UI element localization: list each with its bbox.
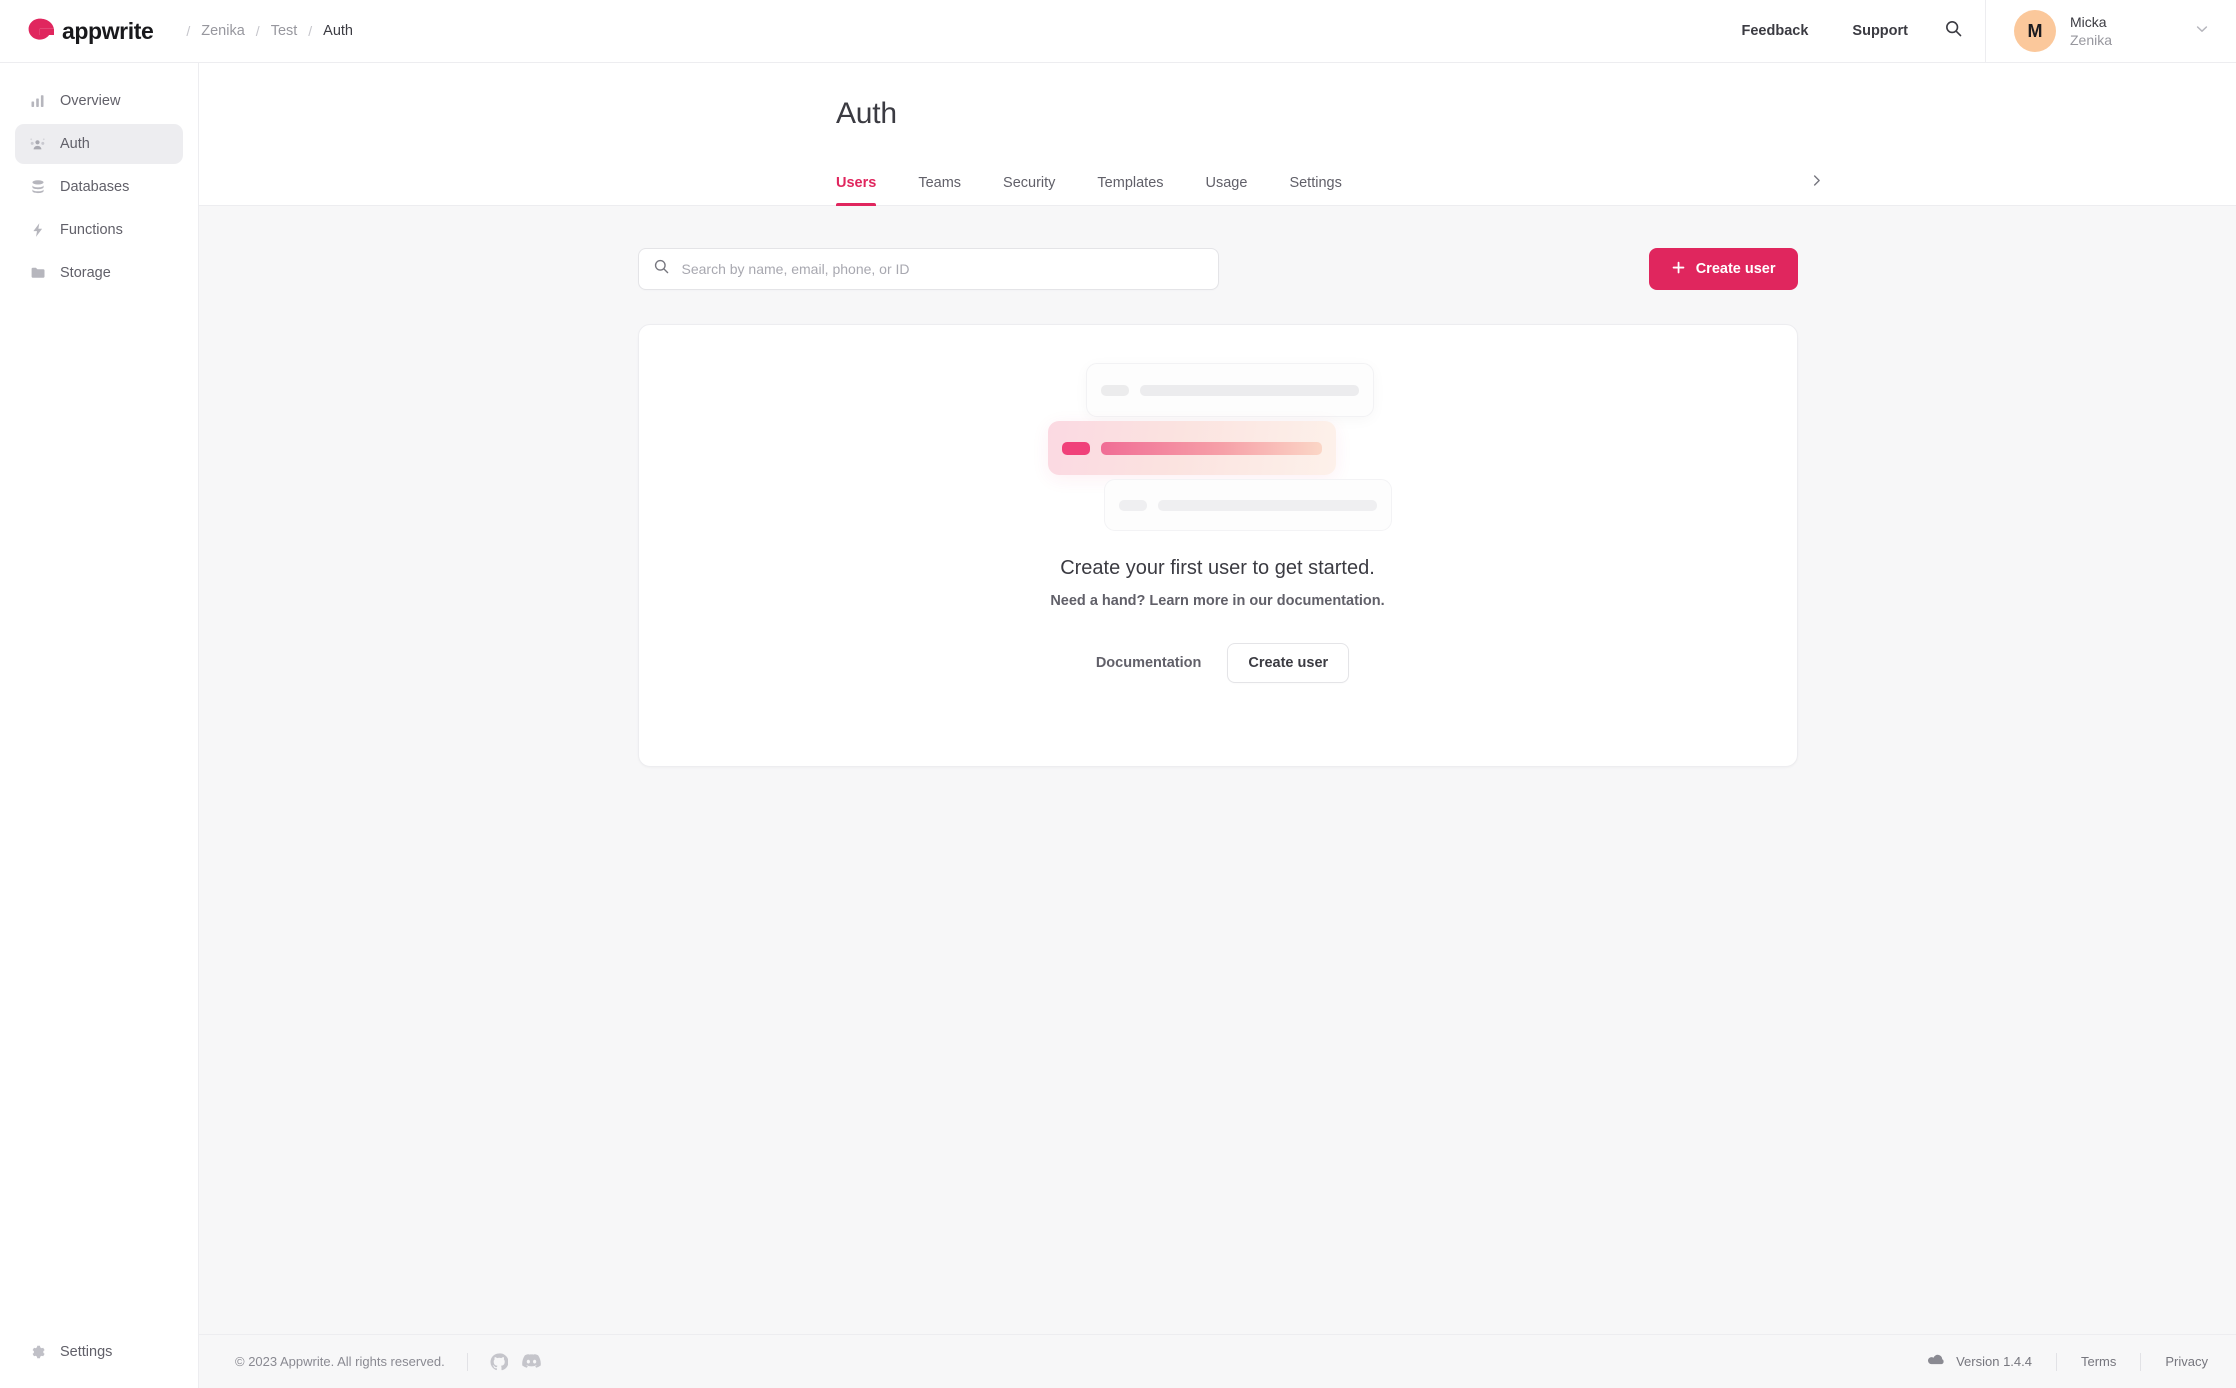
body: Overview Auth Databases Functions Storag… (0, 63, 2236, 1388)
sidebar-item-databases[interactable]: Databases (15, 167, 183, 207)
tab-users[interactable]: Users (836, 175, 897, 206)
version-info: Version 1.4.4 (1928, 1354, 2032, 1370)
footer-right: Version 1.4.4 Terms Privacy (1928, 1352, 2208, 1371)
brand-name: appwrite (62, 17, 154, 44)
breadcrumb-separator: / (255, 23, 260, 39)
breadcrumb-separator: / (308, 23, 313, 39)
github-icon[interactable] (490, 1352, 508, 1371)
tab-usage[interactable]: Usage (1185, 175, 1269, 205)
tab-teams[interactable]: Teams (897, 175, 982, 205)
footer-social-links (490, 1352, 541, 1371)
breadcrumb-item-current: Auth (323, 23, 354, 39)
feedback-button[interactable]: Feedback (1720, 23, 1831, 39)
footer: © 2023 Appwrite. All rights reserved. Ve… (199, 1334, 2236, 1388)
sidebar-item-label: Overview (60, 93, 121, 109)
documentation-button[interactable]: Documentation (1086, 655, 1212, 671)
support-button[interactable]: Support (1830, 23, 1930, 39)
top-bar-right: Feedback Support M Micka Zenika (1720, 0, 2236, 62)
footer-left: © 2023 Appwrite. All rights reserved. (235, 1352, 541, 1371)
breadcrumb-separator: / (186, 23, 191, 39)
sidebar-item-label: Storage (60, 265, 111, 281)
user-menu[interactable]: M Micka Zenika (1985, 0, 2236, 62)
appwrite-logo[interactable]: appwrite (28, 17, 154, 45)
page-header: Auth Users Teams Security Templates Usag… (199, 63, 2236, 206)
tabs-next-button[interactable] (1809, 173, 2236, 193)
privacy-link[interactable]: Privacy (2165, 1354, 2208, 1369)
footer-divider (466, 1352, 468, 1371)
user-name: Micka (2070, 13, 2107, 30)
sidebar-bottom: Settings (0, 1332, 198, 1372)
version-label: Version 1.4.4 (1956, 1354, 2032, 1369)
create-user-secondary-button[interactable]: Create user (1227, 643, 1350, 683)
create-user-button[interactable]: Create user (1648, 248, 1798, 290)
footer-divider (2140, 1352, 2142, 1371)
database-icon (29, 179, 46, 196)
terms-link[interactable]: Terms (2081, 1354, 2116, 1369)
plus-icon (1671, 260, 1686, 279)
appwrite-logo-icon (28, 18, 55, 45)
toolbar: Create user (637, 248, 1798, 290)
users-icon (29, 136, 46, 153)
content-area: Create user (199, 206, 2236, 1334)
discord-icon[interactable] (521, 1352, 541, 1371)
empty-state-actions: Documentation Create user (1086, 643, 1350, 683)
content-inner: Create user (637, 248, 1798, 767)
folder-icon (29, 265, 46, 282)
empty-state-subtitle: Need a hand? Learn more in our documenta… (1050, 593, 1385, 609)
sidebar-item-label: Databases (60, 179, 130, 195)
search-box[interactable] (637, 248, 1219, 290)
sidebar-item-storage[interactable]: Storage (15, 253, 183, 293)
avatar: M (2014, 10, 2056, 52)
search-input[interactable] (681, 261, 1204, 277)
brand-zone: appwrite / Zenika / Test / Auth (0, 18, 353, 45)
breadcrumb: / Zenika / Test / Auth (175, 23, 353, 39)
sidebar-item-label: Settings (60, 1344, 113, 1360)
main-content: Auth Users Teams Security Templates Usag… (199, 63, 2236, 1388)
user-org: Zenika (2070, 32, 2113, 48)
page-title: Auth (836, 97, 897, 130)
sidebar-item-label: Functions (60, 222, 123, 238)
search-icon (1944, 19, 1963, 43)
sidebar-item-auth[interactable]: Auth (15, 124, 183, 164)
global-search-button[interactable] (1930, 19, 1985, 43)
app-root: appwrite / Zenika / Test / Auth Feedback… (0, 0, 2236, 1388)
copyright-text: © 2023 Appwrite. All rights reserved. (235, 1354, 445, 1369)
chevron-down-icon (2194, 21, 2210, 42)
sidebar-item-label: Auth (60, 136, 90, 152)
tab-templates[interactable]: Templates (1076, 175, 1184, 205)
tab-security[interactable]: Security (982, 175, 1076, 205)
tab-bar: Users Teams Security Templates Usage Set… (836, 173, 2236, 206)
top-bar: appwrite / Zenika / Test / Auth Feedback… (0, 0, 2236, 63)
sidebar: Overview Auth Databases Functions Storag… (0, 63, 199, 1388)
chevron-right-icon (1809, 173, 1824, 193)
empty-state-title: Create your first user to get started. (1060, 557, 1375, 579)
footer-divider (2055, 1352, 2057, 1371)
create-user-label: Create user (1695, 261, 1776, 277)
sidebar-item-settings[interactable]: Settings (15, 1332, 183, 1372)
cloud-icon (1928, 1354, 1946, 1370)
breadcrumb-item-org[interactable]: Zenika (201, 23, 245, 39)
bar-chart-icon (29, 93, 46, 110)
breadcrumb-item-project[interactable]: Test (271, 23, 298, 39)
users-empty-card: Create your first user to get started. N… (637, 324, 1798, 767)
search-icon (653, 258, 670, 280)
sidebar-item-overview[interactable]: Overview (15, 81, 183, 121)
bolt-icon (29, 222, 46, 239)
gear-icon (29, 1344, 46, 1361)
user-meta: Micka Zenika (2070, 13, 2162, 50)
tab-settings[interactable]: Settings (1268, 175, 1362, 205)
sidebar-item-functions[interactable]: Functions (15, 210, 183, 250)
user-rows-skeleton-illustration (1047, 355, 1392, 535)
sidebar-nav: Overview Auth Databases Functions Storag… (0, 81, 198, 293)
